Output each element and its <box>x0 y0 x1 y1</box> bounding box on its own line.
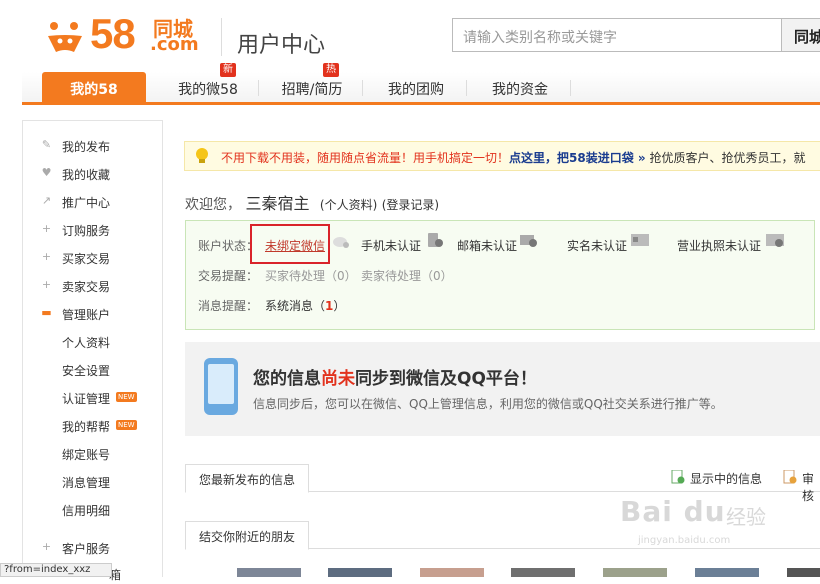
tab-jobs-resume[interactable]: 招聘/简历 热 <box>260 63 364 102</box>
system-message-link[interactable]: 系统消息（1） <box>265 297 345 314</box>
tab-my-wei58[interactable]: 我的微58 新 <box>156 63 260 102</box>
sidebar-item-manage-account[interactable]: ▬ 管理账户 <box>23 304 162 324</box>
friend-avatar[interactable] <box>237 568 301 577</box>
sidebar-subitem-bind-account[interactable]: 绑定账号 <box>23 444 162 464</box>
notice-text: 不用下载不用装，随用随点省流量！用手机搞定一切！ <box>221 151 510 165</box>
profile-link[interactable]: (个人资料) <box>320 198 377 212</box>
wechat-bind-link[interactable]: 未绑定微信 <box>265 237 325 254</box>
friend-avatar[interactable] <box>787 568 820 577</box>
sidebar: ✎ 我的发布 ♥ 我的收藏 ↗ 推广中心 + 订购服务 + 买家交易 + 卖家交… <box>22 120 163 582</box>
friend-avatar[interactable] <box>695 568 759 577</box>
friend-avatar[interactable] <box>420 568 484 577</box>
phone-icon <box>204 358 238 415</box>
license-status-icon <box>766 234 784 247</box>
latest-posts-header: 您最新发布的信息 显示中的信息 审核 <box>185 464 820 503</box>
notice-download-link[interactable]: 点这里，把58装进口袋 » <box>509 151 646 165</box>
reviewing-posts-link[interactable]: 审核 <box>802 470 820 504</box>
review-doc-icon <box>783 470 797 484</box>
logo-number: 58 <box>90 10 136 57</box>
search-input[interactable]: 请输入类别名称或关键字 <box>452 18 782 52</box>
plus-icon: + <box>41 250 52 263</box>
hot-badge: 热 <box>323 63 339 77</box>
email-verify-link[interactable]: 邮箱未认证 <box>457 237 517 254</box>
tab-my58[interactable]: 我的58 <box>42 72 146 102</box>
notice-tail-text: 抢优质客户、抢优秀员工，就 <box>645 151 806 165</box>
lightbulb-icon <box>196 148 208 163</box>
tab-funds[interactable]: 我的资金 <box>468 72 572 102</box>
site-header: 58 同城 .com 用户中心 请输入类别名称或关键字 同城 <box>0 0 820 72</box>
phone-status-icon <box>428 233 443 247</box>
login-log-link[interactable]: (登录记录) <box>382 198 439 212</box>
sidebar-subitem-profile[interactable]: 个人资料 <box>23 332 162 352</box>
sidebar-item-favorites[interactable]: ♥ 我的收藏 <box>23 164 162 184</box>
browser-status-url: ?from=index_xxz <box>0 563 112 577</box>
plus-icon: + <box>41 222 52 235</box>
logo-mascot-icon <box>48 22 82 52</box>
minus-icon: ▬ <box>41 306 52 319</box>
watermark-cn: 经验 <box>726 505 766 529</box>
baidu-watermark: Bai du 经验 jingyan.baidu.com <box>620 495 780 555</box>
header-divider <box>221 18 222 56</box>
friend-avatar[interactable] <box>603 568 667 577</box>
buyer-pending-link[interactable]: 买家待处理（0） <box>265 267 357 284</box>
logo-domain-text: .com <box>150 34 199 55</box>
heart-icon: ♥ <box>41 166 52 179</box>
welcome-prefix: 欢迎您， <box>185 197 241 213</box>
sidebar-item-promotion[interactable]: ↗ 推广中心 <box>23 192 162 212</box>
email-status-icon <box>520 235 537 247</box>
sidebar-item-buyer-trade[interactable]: + 买家交易 <box>23 248 162 268</box>
tab-divider <box>362 80 363 96</box>
tab-group-buy[interactable]: 我的团购 <box>364 72 468 102</box>
phone-verify-link[interactable]: 手机未认证 <box>361 237 421 254</box>
tab-divider <box>466 80 467 96</box>
showing-posts-link[interactable]: 显示中的信息 <box>690 470 762 487</box>
account-status-panel: 账户状态： 未绑定微信 手机未认证 邮箱未认证 实名未认证 营业执照未认证 交易… <box>185 220 815 330</box>
username: 三秦宿主 <box>245 194 310 213</box>
edit-icon: ✎ <box>41 138 52 151</box>
watermark-domain: jingyan.baidu.com <box>638 535 731 546</box>
sidebar-item-my-posts[interactable]: ✎ 我的发布 <box>23 136 162 156</box>
app-promo-notice: 不用下载不用装，随用随点省流量！用手机搞定一切！点这里，把58装进口袋 » 抢优… <box>184 141 820 171</box>
sync-title: 您的信息尚未同步到微信及QQ平台！ <box>253 369 537 389</box>
wechat-status-icon <box>333 237 349 248</box>
friend-avatar[interactable] <box>511 568 575 577</box>
trade-reminder-label: 交易提醒： <box>198 269 259 283</box>
sidebar-subitem-verification[interactable]: 认证管理 NEW <box>23 388 162 408</box>
new-tag: NEW <box>116 392 137 402</box>
new-tag: NEW <box>116 420 137 430</box>
sidebar-item-customer-service[interactable]: + 客户服务 <box>23 538 162 558</box>
new-badge: 新 <box>220 63 236 77</box>
message-reminder-label: 消息提醒： <box>198 299 259 313</box>
license-verify-link[interactable]: 营业执照未认证 <box>677 237 761 254</box>
chart-icon: ↗ <box>41 194 52 207</box>
sidebar-subitem-credit[interactable]: 信用明细 <box>23 500 162 520</box>
tab-nearby-friends[interactable]: 结交你附近的朋友 <box>185 521 310 550</box>
sync-description: 信息同步后，您可以在微信、QQ上管理信息，利用您的微信或QQ社交关系进行推广等。 <box>253 397 723 411</box>
tab-latest-posts[interactable]: 您最新发布的信息 <box>185 464 310 493</box>
sidebar-subitem-bangbang[interactable]: 我的帮帮 NEW <box>23 416 162 436</box>
id-card-status-icon <box>631 234 649 246</box>
friend-avatar[interactable] <box>328 568 392 577</box>
seller-pending-link[interactable]: 卖家待处理（0） <box>361 267 453 284</box>
realname-verify-link[interactable]: 实名未认证 <box>567 237 627 254</box>
search-button[interactable]: 同城 <box>781 18 820 52</box>
sync-promo-panel: 您的信息尚未同步到微信及QQ平台！ 信息同步后，您可以在微信、QQ上管理信息，利… <box>185 342 820 436</box>
account-status-label: 账户状态： <box>198 239 259 253</box>
plus-icon: + <box>41 540 52 553</box>
sidebar-item-seller-trade[interactable]: + 卖家交易 <box>23 276 162 296</box>
welcome-line: 欢迎您， 三秦宿主 (个人资料) (登录记录) <box>185 190 439 214</box>
main-nav: 我的58 我的微58 新 招聘/简历 热 我的团购 我的资金 <box>22 63 820 105</box>
sidebar-subitem-security[interactable]: 安全设置 <box>23 360 162 380</box>
visible-doc-icon <box>671 470 685 484</box>
sidebar-subitem-messages[interactable]: 消息管理 <box>23 472 162 492</box>
tab-divider <box>570 80 571 96</box>
sidebar-item-subscriptions[interactable]: + 订购服务 <box>23 220 162 240</box>
tab-divider <box>258 80 259 96</box>
plus-icon: + <box>41 278 52 291</box>
page-title: 用户中心 <box>237 33 326 58</box>
